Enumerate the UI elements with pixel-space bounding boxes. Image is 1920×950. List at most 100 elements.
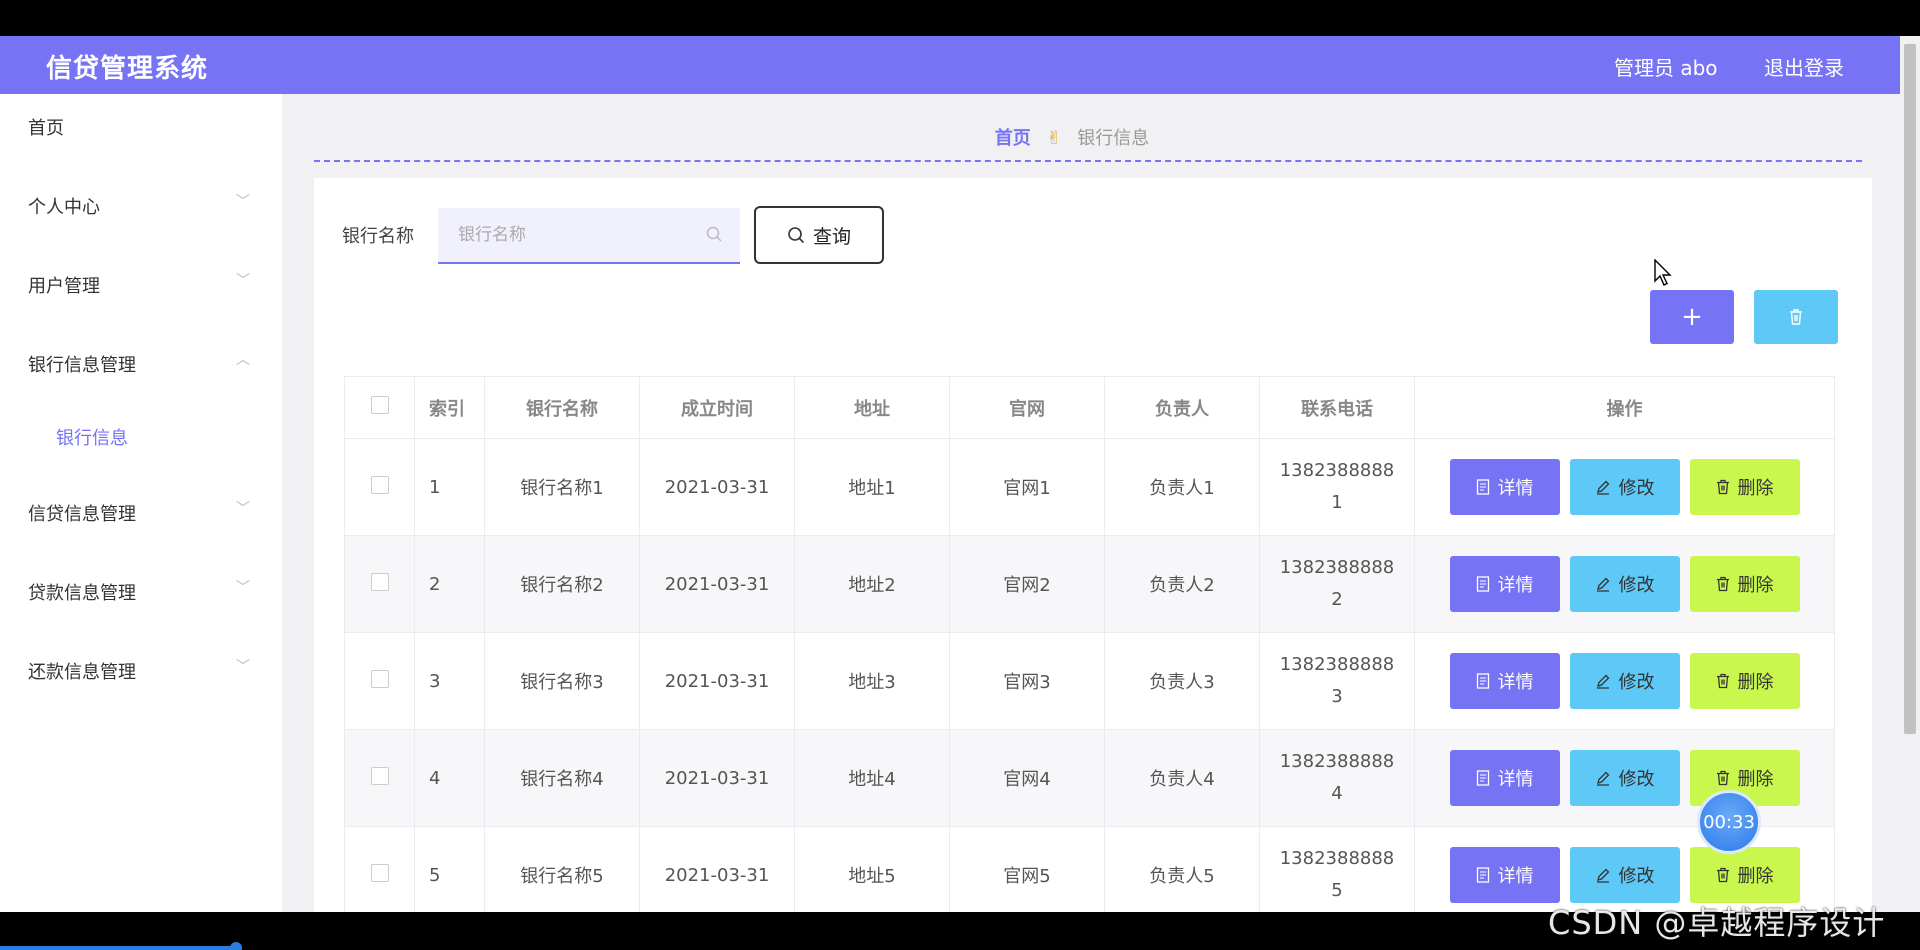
trash-icon bbox=[1716, 479, 1729, 495]
detail-label: 详情 bbox=[1497, 866, 1534, 887]
search-icon bbox=[706, 226, 722, 242]
sidebar-item-credit-management[interactable]: 信贷信息管理 ﹀ bbox=[0, 492, 282, 532]
column-header: 官网 bbox=[949, 376, 1105, 439]
edit-label: 修改 bbox=[1618, 866, 1655, 887]
mouse-cursor-icon bbox=[1654, 259, 1672, 286]
sidebar-item-label: 首页 bbox=[28, 118, 64, 139]
edit-button[interactable]: 修改 bbox=[1569, 459, 1680, 515]
detail-button[interactable]: 详情 bbox=[1449, 750, 1560, 806]
query-button-label: 查询 bbox=[812, 225, 851, 248]
document-icon bbox=[1476, 479, 1489, 495]
dashed-divider bbox=[314, 160, 1862, 162]
cell-index: 1 bbox=[414, 438, 485, 536]
column-header: 地址 bbox=[794, 376, 950, 439]
add-button[interactable]: + bbox=[1650, 290, 1734, 344]
detail-button[interactable]: 详情 bbox=[1449, 459, 1560, 515]
cell-operations: 详情 修改 删除 bbox=[1414, 535, 1835, 633]
sidebar-item-label: 个人中心 bbox=[28, 197, 100, 218]
delete-button[interactable]: 删除 bbox=[1689, 653, 1800, 709]
table-row: 1 银行名称1 2021-03-31 地址1 官网1 负责人1 1382388888 1 详情修… bbox=[344, 438, 1835, 536]
cell-website: 官网4 bbox=[949, 729, 1105, 827]
delete-button[interactable]: 删除 bbox=[1689, 459, 1800, 515]
cell-operations: 详情 修改 删除 bbox=[1414, 729, 1835, 827]
detail-button[interactable]: 详情 bbox=[1449, 847, 1560, 903]
page-scrollbar[interactable] bbox=[1900, 36, 1920, 912]
chevron-up-icon: ︿ bbox=[236, 352, 250, 368]
column-header: 联系电话 bbox=[1259, 376, 1415, 439]
edit-button[interactable]: 修改 bbox=[1569, 556, 1680, 612]
document-icon bbox=[1476, 673, 1489, 689]
trash-icon bbox=[1716, 867, 1729, 883]
cell-operations: 详情 修改 删除 bbox=[1414, 438, 1835, 536]
detail-label: 详情 bbox=[1497, 478, 1534, 499]
cell-established-date: 2021-03-31 bbox=[639, 535, 795, 633]
scrollbar-thumb[interactable] bbox=[1904, 44, 1916, 734]
cell-phone: 1382388888 3 bbox=[1259, 632, 1415, 730]
edit-icon bbox=[1596, 674, 1609, 689]
table-header-row: 索引 银行名称 成立时间 地址 官网 负责人 联系电话 操作 bbox=[344, 376, 1835, 439]
sidebar: 首页 个人中心 ﹀ 用户管理 ﹀ 银行信息管理 ︿ 银行信息 信贷信息管理 ﹀ … bbox=[0, 94, 282, 912]
trash-icon bbox=[1716, 673, 1729, 689]
column-header: 负责人 bbox=[1104, 376, 1260, 439]
edit-button[interactable]: 修改 bbox=[1569, 653, 1680, 709]
edit-button[interactable]: 修改 bbox=[1569, 750, 1680, 806]
cell-person-in-charge: 负责人4 bbox=[1104, 729, 1260, 827]
query-button[interactable]: 查询 bbox=[754, 206, 884, 264]
sidebar-item-bank-management[interactable]: 银行信息管理 ︿ bbox=[0, 343, 282, 383]
cell-index: 5 bbox=[414, 826, 485, 912]
breadcrumb-current: 银行信息 bbox=[1077, 128, 1150, 149]
content-panel: 银行名称 查询 + 索引 银行名称 成 bbox=[314, 178, 1872, 912]
edit-button[interactable]: 修改 bbox=[1569, 847, 1680, 903]
edit-icon bbox=[1596, 868, 1609, 883]
phone-line: 1 bbox=[1331, 492, 1343, 513]
chevron-down-icon: ﹀ bbox=[236, 273, 250, 289]
phone-line: 1382388888 bbox=[1279, 848, 1395, 869]
cell-established-date: 2021-03-31 bbox=[639, 729, 795, 827]
detail-button[interactable]: 详情 bbox=[1449, 653, 1560, 709]
bank-name-search-input[interactable] bbox=[438, 208, 740, 264]
video-progress[interactable] bbox=[0, 946, 238, 950]
sidebar-item-home[interactable]: 首页 bbox=[0, 106, 282, 146]
table-row: 3 银行名称3 2021-03-31 地址3 官网3 负责人3 1382388888 3 详情修… bbox=[344, 632, 1835, 730]
phone-line: 5 bbox=[1331, 880, 1343, 901]
cell-website: 官网1 bbox=[949, 438, 1105, 536]
video-progress-knob[interactable] bbox=[230, 942, 242, 950]
sidebar-item-personal-center[interactable]: 个人中心 ﹀ bbox=[0, 185, 282, 225]
cell-phone: 1382388888 5 bbox=[1259, 826, 1415, 912]
sidebar-subitem-bank-info[interactable]: 银行信息 bbox=[0, 416, 282, 456]
delete-button[interactable]: 删除 bbox=[1689, 556, 1800, 612]
row-checkbox[interactable] bbox=[370, 669, 389, 688]
row-checkbox[interactable] bbox=[370, 863, 389, 882]
sidebar-item-repayment-management[interactable]: 还款信息管理 ﹀ bbox=[0, 650, 282, 690]
batch-delete-button[interactable] bbox=[1754, 290, 1838, 344]
logout-link[interactable]: 退出登录 bbox=[1764, 52, 1844, 81]
column-header: 索引 bbox=[414, 376, 485, 439]
detail-button[interactable]: 详情 bbox=[1449, 556, 1560, 612]
cell-bank-name: 银行名称4 bbox=[484, 729, 640, 827]
table-row: 2 银行名称2 2021-03-31 地址2 官网2 负责人2 1382388888 2 详情修… bbox=[344, 535, 1835, 633]
cell-website: 官网3 bbox=[949, 632, 1105, 730]
phone-line: 1382388888 bbox=[1279, 751, 1395, 772]
phone-line: 2 bbox=[1331, 589, 1343, 610]
row-checkbox[interactable] bbox=[370, 572, 389, 591]
delete-button[interactable]: 删除 bbox=[1689, 847, 1800, 903]
breadcrumb-home[interactable]: 首页 bbox=[995, 128, 1031, 149]
row-select-cell bbox=[344, 632, 415, 730]
edit-icon bbox=[1596, 480, 1609, 495]
cell-address: 地址3 bbox=[794, 632, 950, 730]
cell-index: 4 bbox=[414, 729, 485, 827]
cell-phone: 1382388888 1 bbox=[1259, 438, 1415, 536]
cell-website: 官网5 bbox=[949, 826, 1105, 912]
sidebar-item-loan-management[interactable]: 贷款信息管理 ﹀ bbox=[0, 571, 282, 611]
row-checkbox[interactable] bbox=[370, 475, 389, 494]
delete-label: 删除 bbox=[1737, 478, 1774, 499]
sidebar-item-label: 银行信息管理 bbox=[28, 355, 136, 376]
delete-label: 删除 bbox=[1737, 769, 1774, 790]
sidebar-item-user-management[interactable]: 用户管理 ﹀ bbox=[0, 264, 282, 304]
table-row: 4 银行名称4 2021-03-31 地址4 官网4 负责人4 1382388888 4 详情修… bbox=[344, 729, 1835, 827]
select-all-checkbox[interactable] bbox=[370, 396, 389, 414]
row-checkbox[interactable] bbox=[370, 766, 389, 785]
detail-label: 详情 bbox=[1497, 672, 1534, 693]
cell-operations: 详情 修改 删除 bbox=[1414, 632, 1835, 730]
row-select-cell bbox=[344, 438, 415, 536]
